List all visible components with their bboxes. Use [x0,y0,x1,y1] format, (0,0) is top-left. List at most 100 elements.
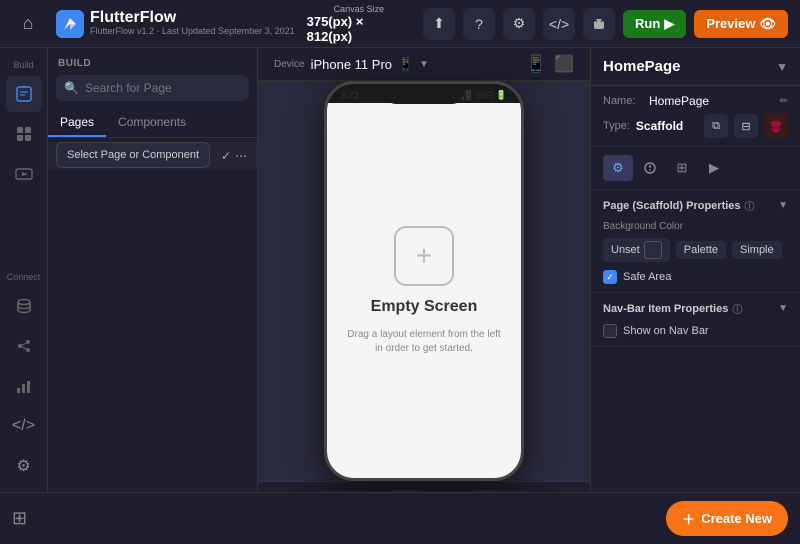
unset-button[interactable]: Unset [603,238,670,262]
tab-icon-layout[interactable]: ⊞ [667,155,697,181]
sidebar-api-icon[interactable] [6,328,42,364]
right-chevron-icon[interactable]: ▼ [776,60,788,74]
sidebar-widgets-icon[interactable] [6,116,42,152]
tab-icon-settings[interactable]: ⚙ [603,155,633,181]
show-nav-bar-checkbox[interactable] [603,324,617,338]
eye-icon: 👁 [759,16,776,32]
scaffold-section: Page (Scaffold) Properties ⓘ ▼ Backgroun… [591,190,800,293]
search-input[interactable] [85,81,241,95]
tooltip: Select Page or Component [56,142,210,168]
tab-icon-actions[interactable] [635,155,665,181]
pages-panel: Build 🔍 Pages Components Select Page or … [48,48,258,492]
device-name: iPhone 11 Pro [311,57,392,72]
page-check-icon[interactable]: ✓ [221,149,231,163]
bg-color-buttons: Unset Palette Simple [603,238,788,262]
show-nav-bar-row: Show on Nav Bar [603,324,788,338]
scaffold-title-text: Page (Scaffold) Properties [603,200,741,212]
palette-button[interactable]: Palette [676,241,726,259]
show-nav-bar-label: Show on Nav Bar [623,325,709,337]
create-plus-icon: ＋ [682,509,695,528]
wrap-icon-btn[interactable]: ⊟ [734,114,758,138]
sidebar-database-icon[interactable] [6,288,42,324]
edit-icon[interactable]: ✏ [780,96,788,107]
type-action-icons: ⧉ ⊟ 🗑 [704,114,788,138]
palette-label: Palette [684,244,718,256]
panel-tabs: Pages Components [48,109,257,138]
canvas-size-label: Canvas Size [334,4,385,14]
view-buttons: 📱 ⬛ [526,54,574,74]
build-label: Build [13,60,33,70]
sidebar-pages-icon[interactable] [6,76,42,112]
sidebar-code-icon[interactable]: </> [6,408,42,444]
right-panel: HomePage ▼ Name: HomePage ✏ Type: Scaffo… [590,48,800,492]
tab-components[interactable]: Components [106,109,198,137]
tab-icon-play[interactable]: ▶ [699,155,729,181]
nav-info-icon[interactable]: ⓘ [732,301,742,316]
simple-button[interactable]: Simple [732,241,782,259]
left-sidebar: Build Connect </> ⚙ [0,48,48,492]
name-label: Name: [603,95,643,107]
signal-icon: ▊▊ WiFi 🔋 [459,90,507,101]
preview-label: Preview [706,16,755,31]
create-new-button[interactable]: ＋ Create New [666,501,788,536]
property-tabs: ⚙ ⊞ ▶ [591,147,800,190]
type-value: Scaffold [636,119,683,133]
info-icon[interactable]: ⓘ [745,198,755,213]
nav-bar-section-title: Nav-Bar Item Properties ⓘ [603,301,742,316]
logo-area: FlutterFlow FlutterFlow v1.2 · Last Upda… [56,10,295,38]
nav-bar-title-text: Nav-Bar Item Properties [603,303,728,315]
device-icon: 📱 [398,57,413,71]
search-icon: 🔍 [64,81,79,95]
grid-icon[interactable]: ⊞ [12,508,27,529]
unset-label: Unset [611,244,640,256]
name-row: Name: HomePage ✏ [603,94,788,108]
upload-icon[interactable]: ⬆ [423,8,455,40]
code-icon[interactable]: </> [543,8,575,40]
safe-area-checkbox[interactable]: ✓ [603,270,617,284]
phone-time: 9:23 [341,90,359,101]
type-label: Type: [603,120,630,132]
run-button[interactable]: Run ▶ [623,10,686,38]
sidebar-settings-icon[interactable]: ⚙ [6,448,42,484]
phone-frame: 9:23 ▊▊ WiFi 🔋 + Empty Screen Drag a lay… [324,81,524,481]
right-header: HomePage ▼ [591,48,800,86]
mobile-view-icon[interactable]: 📱 [526,54,546,74]
canvas-bottom: ⌨ − 100% + [258,481,590,492]
tablet-view-icon[interactable]: ⬛ [554,54,574,74]
copy-icon-btn[interactable]: ⧉ [704,114,728,138]
page-actions: ✓ ⋯ [221,149,247,163]
canvas-size-value: 375(px) × 812(px) [307,14,411,44]
topbar: ⌂ FlutterFlow FlutterFlow v1.2 · Last Up… [0,0,800,48]
type-row: Type: Scaffold ⧉ ⊟ 🗑 [603,114,788,138]
logo-text: FlutterFlow FlutterFlow v1.2 · Last Upda… [90,10,295,37]
delete-icon-btn[interactable]: 🗑 [764,114,788,138]
nav-bar-section: Nav-Bar Item Properties ⓘ ▼ Show on Nav … [591,293,800,347]
android-icon[interactable] [583,8,615,40]
settings-icon[interactable]: ⚙ [503,8,535,40]
right-page-name: HomePage [603,58,681,75]
nav-collapse-icon[interactable]: ▼ [778,303,788,314]
logo-icon [56,10,84,38]
empty-screen-desc: Drag a layout element from the left in o… [327,328,521,356]
app-name: FlutterFlow [90,10,295,26]
help-icon[interactable]: ? [463,8,495,40]
name-section: Name: HomePage ✏ Type: Scaffold ⧉ ⊟ 🗑 [591,86,800,147]
search-bar[interactable]: 🔍 [56,75,249,101]
main-area: Build Connect </> ⚙ Build 🔍 Page [0,48,800,492]
preview-button[interactable]: Preview 👁 [694,10,788,38]
sidebar-chart-icon[interactable] [6,368,42,404]
device-selector[interactable]: Device iPhone 11 Pro 📱 ▼ [274,57,429,72]
connect-label: Connect [7,272,41,282]
home-icon[interactable]: ⌂ [12,8,44,40]
plus-icon: + [416,240,432,272]
color-box[interactable] [644,241,662,259]
run-label: Run [635,16,660,31]
app-version: FlutterFlow v1.2 · Last Updated Septembe… [90,26,295,37]
page-more-icon[interactable]: ⋯ [235,149,247,163]
sidebar-media-icon[interactable] [6,156,42,192]
canvas-area: Device iPhone 11 Pro 📱 ▼ 📱 ⬛ 9:23 ▊▊ WiF… [258,48,590,492]
empty-screen-title: Empty Screen [371,298,478,316]
scaffold-collapse-icon[interactable]: ▼ [778,200,788,211]
safe-area-label: Safe Area [623,271,671,283]
tab-pages[interactable]: Pages [48,109,106,137]
